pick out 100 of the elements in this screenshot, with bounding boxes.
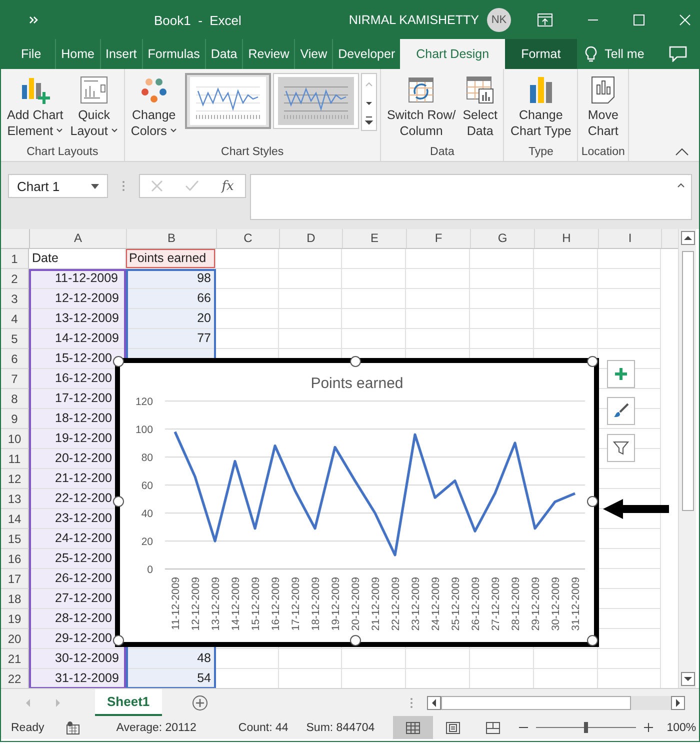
row-header[interactable]: 3	[1, 289, 29, 309]
axis-category-label: 31-12-2009	[570, 577, 582, 631]
tell-me-search[interactable]: Tell me	[604, 47, 644, 61]
table-cell	[598, 269, 661, 289]
resize-handle[interactable]	[350, 356, 361, 367]
resize-handle[interactable]	[587, 635, 598, 646]
scroll-down-icon[interactable]	[680, 672, 694, 686]
column-header[interactable]: I	[599, 229, 662, 248]
resize-handle[interactable]	[587, 356, 598, 367]
ribbon-display-icon[interactable]	[537, 13, 553, 27]
row-header[interactable]: 22	[1, 669, 29, 688]
row-header[interactable]: 11	[1, 449, 29, 469]
sheet-tab[interactable]: Sheet1	[95, 689, 162, 716]
column-header[interactable]: A	[30, 229, 127, 248]
resize-handle[interactable]	[350, 635, 361, 646]
table-cell	[470, 649, 534, 669]
axis-category-label: 26-12-2009	[470, 577, 482, 631]
chart-filters-button[interactable]	[607, 434, 635, 462]
table-cell: 66	[126, 289, 216, 309]
ribbon-tab[interactable]: File	[1, 39, 56, 69]
check-icon[interactable]	[185, 180, 200, 192]
row-header[interactable]: 4	[1, 309, 29, 329]
column-header[interactable]: C	[217, 229, 280, 248]
axis-category-label: 29-12-2009	[530, 577, 542, 631]
column-header[interactable]: H	[535, 229, 599, 248]
row-header[interactable]: 7	[1, 369, 29, 389]
chart-elements-button[interactable]	[607, 360, 635, 388]
ribbon-tab[interactable]: Format	[505, 39, 577, 69]
row-header[interactable]: 18	[1, 589, 29, 609]
axis-category-label: 25-12-2009	[450, 577, 462, 631]
scroll-up-icon[interactable]	[680, 231, 694, 245]
column-header[interactable]: B	[127, 229, 217, 248]
expand-icon[interactable]	[677, 183, 685, 188]
resize-handle[interactable]	[113, 635, 124, 646]
maximize-icon[interactable]	[633, 14, 645, 26]
chart-style-thumbnail[interactable]	[272, 73, 359, 129]
chart-style-thumbnail[interactable]	[184, 73, 271, 129]
scrollbar-thumb[interactable]	[682, 251, 694, 511]
column-header[interactable]: E	[343, 229, 407, 248]
ribbon-command[interactable]: Add Chart Element	[4, 73, 66, 146]
column-header[interactable]: F	[407, 229, 471, 248]
row-header[interactable]: 15	[1, 529, 29, 549]
lightbulb-icon[interactable]	[584, 46, 597, 62]
line-chart[interactable]	[115, 358, 599, 647]
name-box[interactable]: Chart 1	[8, 174, 108, 198]
row-header[interactable]: 8	[1, 389, 29, 409]
scroll-left-icon[interactable]	[427, 696, 441, 710]
grid-arrows-icon	[406, 75, 436, 105]
scroll-right-icon[interactable]	[671, 696, 685, 710]
axis-category-label: 20-12-2009	[350, 577, 362, 631]
table-cell	[406, 249, 470, 269]
row-header[interactable]: 16	[1, 549, 29, 569]
user-avatar[interactable]: NK	[487, 8, 511, 32]
column-header[interactable]: D	[280, 229, 343, 248]
drag-handle-icon[interactable]	[122, 180, 125, 192]
ribbon-command[interactable]: Change Colors	[128, 73, 180, 146]
zoom-slider-thumb[interactable]	[584, 722, 588, 733]
comment-icon[interactable]	[669, 46, 687, 62]
axis-tick-label: 20	[141, 536, 153, 548]
quick-access-icon[interactable]	[29, 15, 39, 25]
resize-handle[interactable]	[587, 496, 598, 506]
formula-input[interactable]	[250, 174, 692, 220]
group-label: Location	[581, 146, 625, 160]
table-cell	[470, 249, 534, 269]
table-cell	[279, 249, 342, 269]
ribbon-tab[interactable]: Chart Design	[400, 39, 506, 69]
table-cell	[279, 269, 342, 289]
add-sheet-icon[interactable]	[192, 694, 208, 710]
row-header[interactable]: 19	[1, 609, 29, 629]
scrollbar-thumb[interactable]	[441, 696, 631, 710]
row-header[interactable]: 12	[1, 469, 29, 489]
zoom-level[interactable]: 100%	[666, 722, 696, 734]
row-header[interactable]: 17	[1, 569, 29, 589]
zoom-in-icon[interactable]	[644, 723, 653, 732]
row-header[interactable]: 2	[1, 269, 29, 289]
table-cell	[598, 309, 661, 329]
ribbon-command[interactable]: Quick Layout	[67, 73, 121, 146]
resize-handle[interactable]	[113, 496, 124, 506]
view-button[interactable]	[392, 716, 433, 739]
row-header[interactable]: 14	[1, 509, 29, 529]
close-icon[interactable]	[679, 14, 691, 26]
row-header[interactable]: 6	[1, 349, 29, 369]
ribbon-command[interactable]: Change Chart Type	[507, 73, 574, 146]
row-header[interactable]: 1	[1, 249, 29, 269]
insert-function-button[interactable]: fx	[222, 178, 234, 194]
row-header[interactable]: 5	[1, 329, 29, 349]
row-header[interactable]: 13	[1, 489, 29, 509]
ribbon-command[interactable]: Select Data	[460, 73, 500, 146]
ribbon-command[interactable]: Switch Row/ Column	[384, 73, 459, 146]
user-name[interactable]: NIRMAL KAMISHETTY	[348, 13, 479, 27]
row-header[interactable]: 20	[1, 629, 29, 649]
drag-handle-icon[interactable]	[410, 696, 413, 708]
ribbon-command[interactable]: Move Chart	[584, 73, 622, 146]
row-header[interactable]: 10	[1, 429, 29, 449]
collapse-ribbon-icon[interactable]	[675, 148, 689, 156]
column-header[interactable]: G	[471, 229, 535, 248]
macro-record-icon[interactable]	[66, 720, 80, 734]
row-header[interactable]: 9	[1, 409, 29, 429]
chart-styles-button[interactable]	[607, 397, 635, 425]
row-header[interactable]: 21	[1, 649, 29, 669]
